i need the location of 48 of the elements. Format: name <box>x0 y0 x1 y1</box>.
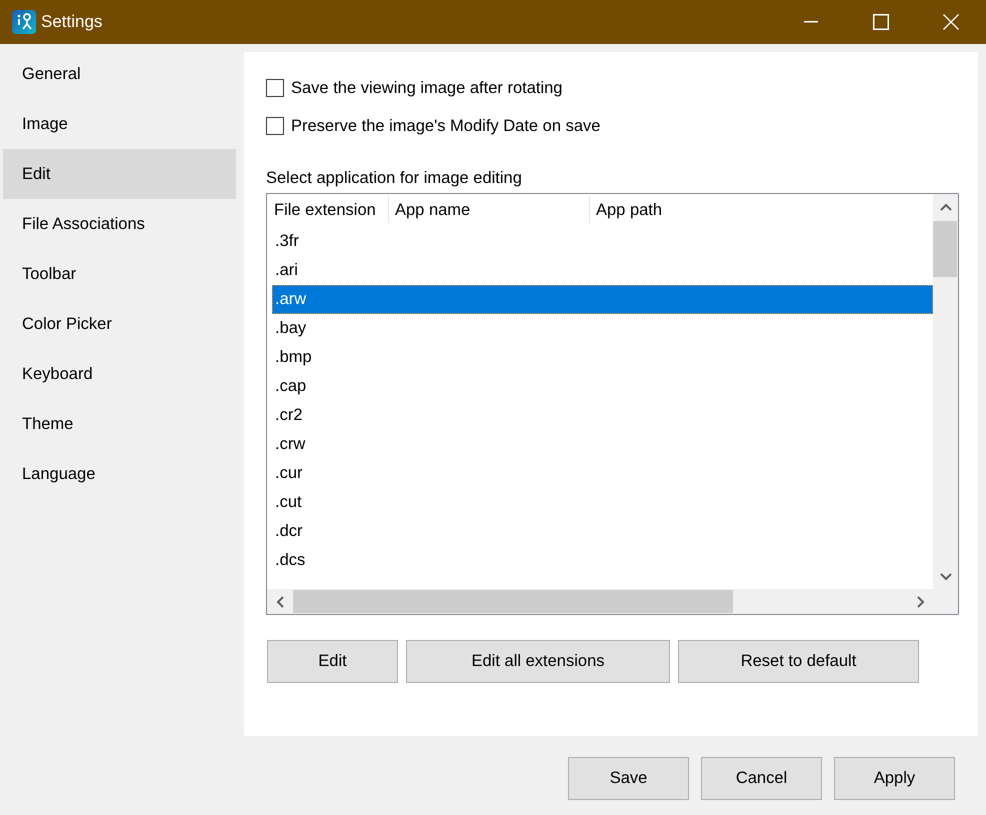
sidebar-item[interactable]: Language <box>3 449 236 499</box>
action-button[interactable]: Edit <box>267 640 398 683</box>
action-button[interactable]: Reset to default <box>678 640 919 683</box>
sidebar-item[interactable]: General <box>3 49 236 99</box>
checkbox[interactable] <box>266 79 284 97</box>
sidebar-item[interactable]: Edit <box>3 149 236 199</box>
window-title: Settings <box>41 12 102 32</box>
table-row[interactable]: .3fr <box>272 227 933 256</box>
scroll-right-icon[interactable] <box>916 596 924 608</box>
scroll-left-icon[interactable] <box>276 596 284 608</box>
minimize-icon[interactable] <box>804 21 818 23</box>
app-logo-icon <box>12 10 36 34</box>
dialog-button[interactable]: Apply <box>834 757 955 800</box>
table-row[interactable]: .cur <box>272 459 933 488</box>
column-header[interactable]: App name <box>389 194 589 227</box>
column-header[interactable]: App path <box>590 194 933 227</box>
maximize-icon[interactable] <box>873 14 889 30</box>
vertical-scrollbar[interactable] <box>933 194 958 614</box>
action-button[interactable]: Edit all extensions <box>406 640 670 683</box>
sidebar-item[interactable]: Color Picker <box>3 299 236 349</box>
scroll-up-icon[interactable] <box>940 202 952 212</box>
scrollbar-thumb[interactable] <box>293 590 733 613</box>
section-label: Select application for image editing <box>266 168 522 189</box>
table-row[interactable]: .bay <box>272 314 933 343</box>
sidebar-item[interactable]: Toolbar <box>3 249 236 299</box>
table-row[interactable]: .bmp <box>272 343 933 372</box>
table-row[interactable]: .crw <box>272 430 933 459</box>
checkbox-label: Preserve the image's Modify Date on save <box>291 116 600 136</box>
table-row[interactable]: .dcs <box>272 546 933 575</box>
table-row[interactable]: .ari <box>272 256 933 285</box>
dialog-button[interactable]: Save <box>568 757 689 800</box>
table-row[interactable]: .cap <box>272 372 933 401</box>
table-row[interactable]: .arw <box>272 285 933 314</box>
horizontal-scrollbar[interactable] <box>267 589 933 614</box>
scroll-down-icon[interactable] <box>940 572 952 580</box>
scrollbar-thumb[interactable] <box>933 221 957 277</box>
table-row[interactable]: .dcr <box>272 517 933 546</box>
close-icon[interactable] <box>943 14 959 30</box>
dialog-button[interactable]: Cancel <box>701 757 822 800</box>
checkbox-label: Save the viewing image after rotating <box>291 78 562 98</box>
sidebar-item[interactable]: File Associations <box>3 199 236 249</box>
checkbox[interactable] <box>266 117 284 135</box>
sidebar-item[interactable]: Keyboard <box>3 349 236 399</box>
column-header[interactable]: File extension <box>267 194 388 227</box>
table-row[interactable]: .cr2 <box>272 401 933 430</box>
sidebar-item[interactable]: Image <box>3 99 236 149</box>
sidebar-item[interactable]: Theme <box>3 399 236 449</box>
table-row[interactable]: .cut <box>272 488 933 517</box>
